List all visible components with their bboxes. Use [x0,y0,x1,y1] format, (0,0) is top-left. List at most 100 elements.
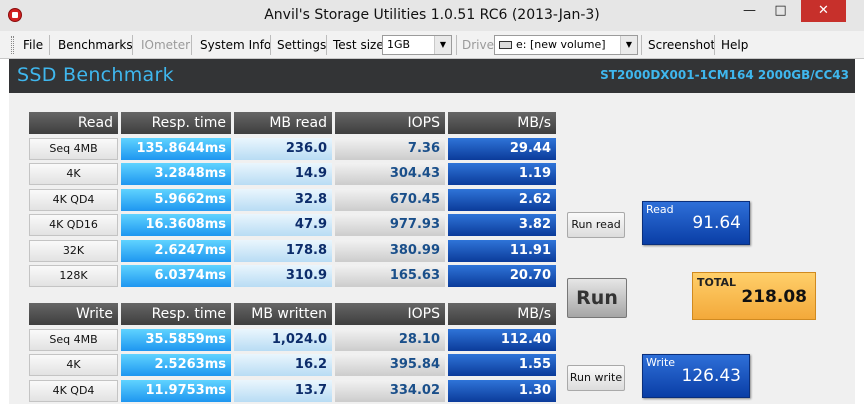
separator [191,35,192,55]
read-header-cell: Read [29,112,118,134]
total-score: TOTAL 218.08 [692,272,816,320]
drive-label: Drive [462,38,494,52]
write-test-label: Seq 4MB [29,329,118,351]
read-header-cell: MB/s [448,112,556,134]
read-test-label: 32K [29,240,118,262]
write-mbs-value: 1.55 [448,354,556,376]
read-mbs-value: 29.44 [448,138,556,160]
write-response-time: 2.5263ms [121,354,231,376]
write-test-label: 4K [29,354,118,376]
read-iops-value: 304.43 [335,163,445,185]
read-mbs-value: 2.62 [448,189,556,211]
total-score-value: 218.08 [741,287,807,307]
read-iops-value: 165.63 [335,265,445,287]
read-mb-value: 236.0 [234,138,332,160]
read-iops-value: 670.45 [335,189,445,211]
write-mbs-value: 1.30 [448,380,556,402]
read-mbs-value: 3.82 [448,214,556,236]
read-response-time: 135.8644ms [121,138,231,160]
read-mbs-value: 20.70 [448,265,556,287]
read-header-cell: MB read [234,112,332,134]
separator [641,35,642,55]
chevron-down-icon: ▼ [434,36,451,54]
read-test-label: 4K [29,163,118,185]
read-test-label: 4K QD16 [29,214,118,236]
window-title: Anvil's Storage Utilities 1.0.51 RC6 (20… [264,7,600,23]
menu-benchmarks[interactable]: Benchmarks [58,38,133,52]
run-write-button[interactable]: Run write [567,365,625,391]
run-read-button[interactable]: Run read [567,212,625,238]
read-mb-value: 178.8 [234,240,332,262]
write-iops-value: 28.10 [335,329,445,351]
write-header-cell: MB written [234,303,332,325]
close-button[interactable]: ✕ [801,0,846,22]
read-score-value: 91.64 [692,213,741,233]
read-response-time: 16.3608ms [121,214,231,236]
separator [49,35,50,55]
run-button[interactable]: Run [567,278,627,318]
write-mb-value: 1,024.0 [234,329,332,351]
drive-icon [499,41,512,49]
write-header-cell: Write [29,303,118,325]
write-iops-value: 395.84 [335,354,445,376]
read-iops-value: 7.36 [335,138,445,160]
read-response-time: 5.9662ms [121,189,231,211]
read-response-time: 3.2848ms [121,163,231,185]
write-score: Write 126.43 [642,354,750,398]
test-size-value: 1GB [387,38,411,51]
write-response-time: 35.5859ms [121,329,231,351]
write-mbs-value: 112.40 [448,329,556,351]
page-title: SSD Benchmark [17,64,174,86]
write-score-value: 126.43 [681,366,741,386]
write-header-cell: MB/s [448,303,556,325]
read-mb-value: 32.8 [234,189,332,211]
write-header-cell: Resp. time [121,303,231,325]
read-response-time: 2.6247ms [121,240,231,262]
read-mbs-value: 11.91 [448,240,556,262]
read-test-label: 4K QD4 [29,189,118,211]
separator [714,35,715,55]
separator [270,35,271,55]
title-bar: Anvil's Storage Utilities 1.0.51 RC6 (20… [0,0,864,31]
write-iops-value: 334.02 [335,380,445,402]
menu-settings[interactable]: Settings [277,38,326,52]
benchmark-header: SSD Benchmark ST2000DX001-1CM164 2000GB/… [9,59,855,93]
read-score-label: Read [646,203,674,216]
read-header-cell: IOPS [335,112,445,134]
read-test-label: 128K [29,265,118,287]
drive-value: e: [new volume] [516,38,606,51]
read-response-time: 6.0374ms [121,265,231,287]
write-response-time: 11.9753ms [121,380,231,402]
menu-help[interactable]: Help [721,38,748,52]
chevron-down-icon: ▼ [620,36,637,54]
read-mb-value: 14.9 [234,163,332,185]
menu-iometer: IOmeter [141,38,191,52]
drive-select[interactable]: e: [new volume] ▼ [494,35,638,55]
separator [456,35,457,55]
maximize-button[interactable]: □ [767,0,794,22]
write-mb-value: 13.7 [234,380,332,402]
read-iops-value: 977.93 [335,214,445,236]
total-score-label: TOTAL [697,276,737,289]
write-header-cell: IOPS [335,303,445,325]
read-mb-value: 47.9 [234,214,332,236]
menu-screenshot[interactable]: Screenshot [648,38,715,52]
read-mbs-value: 1.19 [448,163,556,185]
drive-model: ST2000DX001-1CM164 2000GB/CC43 [600,68,849,82]
test-size-select[interactable]: 1GB ▼ [382,35,452,55]
read-test-label: Seq 4MB [29,138,118,160]
write-mb-value: 16.2 [234,354,332,376]
minimize-button[interactable]: — [736,0,763,22]
menu-file[interactable]: File [23,38,43,52]
read-header-cell: Resp. time [121,112,231,134]
separator [326,35,327,55]
read-mb-value: 310.9 [234,265,332,287]
separator [132,35,133,55]
read-iops-value: 380.99 [335,240,445,262]
write-test-label: 4K QD4 [29,380,118,402]
write-score-label: Write [646,356,676,369]
toolbar-grip [11,36,14,54]
test-size-label: Test size [333,38,384,52]
read-score: Read 91.64 [642,201,750,245]
menu-system-info[interactable]: System Info [200,38,271,52]
